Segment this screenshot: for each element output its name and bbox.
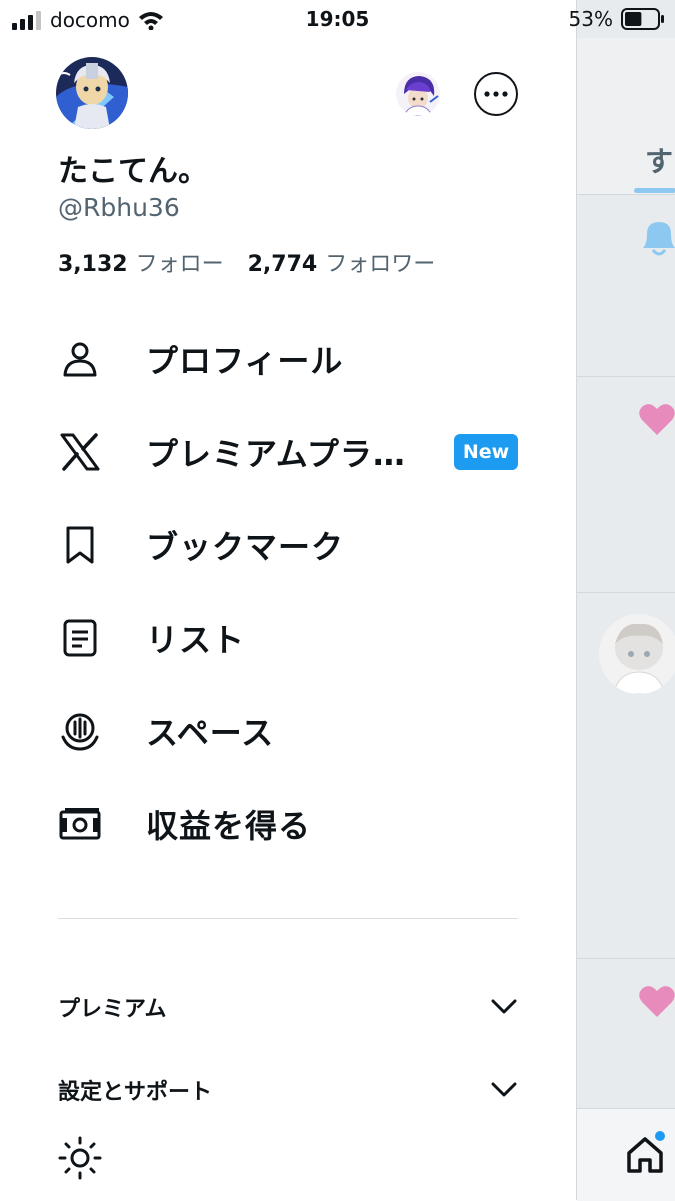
timeline-separator <box>577 958 675 959</box>
status-right: 53% <box>569 7 665 31</box>
chevron-down-icon <box>491 999 517 1014</box>
timeline-separator <box>577 376 675 377</box>
timeline-background: す <box>576 0 675 1201</box>
drawer-menu: プロフィール プレミアムプラ… ブックマーク リスト スペース 収益を得る Ne… <box>0 312 576 870</box>
menu-label: ブックマーク <box>146 527 345 566</box>
display-name[interactable]: たこてん。 <box>58 146 208 190</box>
active-tab-underline <box>634 188 675 193</box>
following-count: 3,132 <box>58 252 128 277</box>
menu-item-lists[interactable]: リスト <box>0 591 576 684</box>
bookmark-icon <box>58 523 102 567</box>
menu-item-monetization[interactable]: 収益を得る <box>0 777 576 870</box>
x-logo-icon <box>58 430 102 474</box>
more-options-button[interactable] <box>474 72 518 116</box>
battery-icon <box>621 8 664 30</box>
bell-icon <box>643 222 675 256</box>
display-theme-button[interactable] <box>58 1136 102 1180</box>
menu-label: スペース <box>146 713 275 752</box>
person-icon <box>58 337 102 381</box>
ellipsis-icon <box>484 91 508 97</box>
carrier-name: docomo <box>50 8 130 32</box>
spaces-icon <box>58 709 102 753</box>
switch-account-avatar[interactable] <box>396 72 440 116</box>
premium-section-toggle[interactable]: プレミアム <box>58 987 518 1027</box>
menu-label: リスト <box>146 620 246 659</box>
new-badge: New <box>454 434 518 470</box>
followers-label: フォロワー <box>325 252 436 277</box>
user-handle: @Rbhu36 <box>58 193 180 222</box>
menu-label: プレミアムプラ… <box>146 434 406 473</box>
home-notification-dot <box>655 1131 665 1141</box>
menu-item-bookmarks[interactable]: ブックマーク <box>0 498 576 591</box>
heart-icon <box>639 986 675 1017</box>
bottom-nav-bar <box>577 1108 675 1201</box>
following-link[interactable]: 3,132 フォロー <box>58 246 224 278</box>
timeline-tab-partial[interactable]: す <box>645 140 673 180</box>
menu-label: 収益を得る <box>146 806 312 845</box>
following-label: フォロー <box>135 252 224 277</box>
money-icon <box>58 802 102 846</box>
cellular-signal-icon <box>12 11 41 30</box>
notification-avatar[interactable] <box>599 614 675 694</box>
divider <box>58 918 518 919</box>
status-left: docomo <box>12 8 164 32</box>
chevron-down-icon <box>491 1082 517 1097</box>
side-drawer: たこてん。 @Rbhu36 3,132 フォロー 2,774 フォロワー プロフィー… <box>0 0 576 1200</box>
status-bar: docomo 19:05 53% <box>0 0 675 38</box>
followers-count: 2,774 <box>247 252 318 277</box>
wifi-icon <box>138 12 163 30</box>
section-label: 設定とサポート <box>58 1080 213 1105</box>
timeline-tab-bar: す <box>577 38 675 195</box>
list-icon <box>58 616 102 660</box>
menu-item-spaces[interactable]: スペース <box>0 684 576 777</box>
followers-link[interactable]: 2,774 フォロワー <box>248 246 436 278</box>
follow-stats: 3,132 フォロー 2,774 フォロワー <box>58 246 435 278</box>
section-label: プレミアム <box>58 997 167 1022</box>
menu-item-profile[interactable]: プロフィール <box>0 312 576 405</box>
timeline-separator <box>577 592 675 593</box>
menu-label: プロフィール <box>146 341 344 380</box>
heart-icon <box>639 404 675 435</box>
sun-icon <box>58 1136 102 1180</box>
settings-support-section-toggle[interactable]: 設定とサポート <box>58 1070 518 1110</box>
profile-avatar[interactable] <box>56 57 128 129</box>
home-icon[interactable] <box>625 1135 665 1175</box>
battery-percent: 53% <box>568 7 613 31</box>
